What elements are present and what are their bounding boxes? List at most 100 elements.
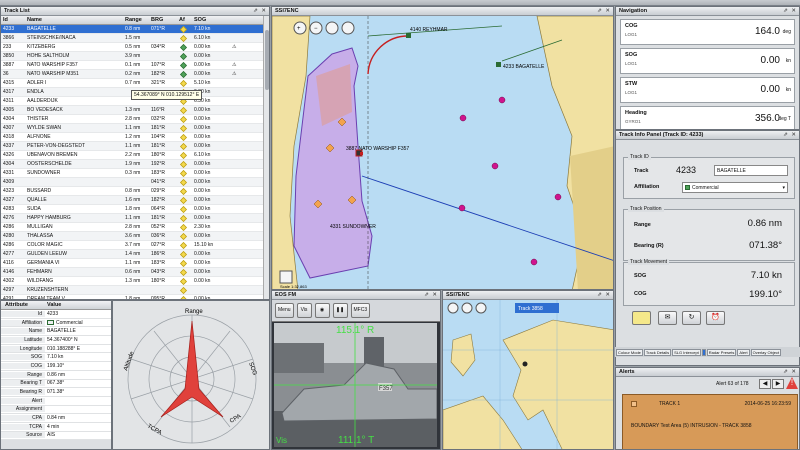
affiliation-symbol-icon — [180, 205, 187, 213]
track-sog: 0.00 kn — [194, 215, 211, 221]
track-range: 1.8 nm — [125, 206, 141, 212]
pan-icon[interactable] — [475, 302, 487, 314]
function-tab[interactable]: SLG Intercept — [672, 348, 701, 356]
track-row[interactable]: 4309 041°R 0.00 kn — [1, 178, 269, 187]
track-row[interactable]: 4318 ALFNONE 1.2 nm 104°R 0.00 kn — [1, 133, 269, 142]
col-range[interactable]: Range — [123, 17, 149, 23]
track-row[interactable]: 233 KITZEBERG 0.5 nm 034°R 0.00 kn ⚠ — [1, 43, 269, 52]
overview-map[interactable]: Track 3858 — [443, 300, 614, 450]
chart-map[interactable]: 4140 REYHMAR 4233 BAGATELLE 3887 NATO WA… — [272, 16, 614, 290]
panel-controls-icon[interactable]: ⇗ ✕ — [597, 291, 613, 299]
track-name-field[interactable]: BAGATELLE — [714, 165, 788, 176]
alerts-panel: Alerts ⇗ ✕ Alert 63 of 178 ◀ ▶ ! TRACK 1… — [615, 367, 800, 450]
affiliation-select[interactable]: Commercial ▾ — [682, 182, 788, 193]
track-row[interactable]: 4315 ADLER I 0.7 nm 321°R 5.10 kn — [1, 79, 269, 88]
alerts-title-bar: Alerts ⇗ ✕ — [616, 368, 799, 377]
track-row[interactable]: 4283 SUDA 1.8 nm 064°R 0.00 kn — [1, 205, 269, 214]
panel-controls-icon[interactable]: ⇗ ✕ — [253, 7, 269, 15]
reyhmar-icon[interactable] — [406, 33, 411, 38]
track-row[interactable]: 4304 OOSTERSCHELDE 1.9 nm 192°R 0.00 kn — [1, 160, 269, 169]
highlight-button[interactable] — [632, 311, 651, 325]
panel-controls-icon[interactable]: ⇗ ✕ — [597, 7, 613, 15]
eos-menu-button[interactable]: Menu — [275, 303, 294, 318]
col-name[interactable]: Name — [25, 17, 123, 23]
track-row[interactable]: 3850 HOHE SALTHOLM 3.9 nm 0.00 kn — [1, 52, 269, 61]
coordinate-tooltip: 54.367089° N 010.129512° E — [131, 90, 203, 100]
track-name: THISTER — [27, 116, 49, 122]
col-id[interactable]: Id — [1, 17, 25, 23]
track-row[interactable]: 4307 WYLDE SWAN 1.1 nm 181°R 0.00 kn — [1, 124, 269, 133]
track-row[interactable]: 4302 WILDFANG 1.3 nm 180°R 0.00 kn — [1, 277, 269, 286]
track-row[interactable]: 4305 BO VEDESACK 1.3 nm 116°R 0.00 kn — [1, 106, 269, 115]
track-row[interactable]: 4277 GULDEN LEEUW 1.4 nm 186°R 0.00 kn — [1, 250, 269, 259]
bagatelle-icon[interactable] — [496, 62, 501, 67]
track-bearing: 321°R — [151, 80, 165, 86]
track-row[interactable]: 3866 STEINSCHKE/INACA 1.5 nm 6.10 kn — [1, 34, 269, 43]
panel-controls-icon[interactable]: ⇗ ✕ — [783, 368, 799, 376]
eos-video-feed[interactable]: F357 115.1° R 111.1° T Vis — [274, 323, 437, 447]
center-icon[interactable] — [341, 21, 355, 35]
function-tab[interactable]: Overlay Object — [750, 348, 782, 356]
camera-icon[interactable]: ◉ — [314, 303, 330, 318]
track-row[interactable]: 4116 GERMANIA VI 1.1 nm 183°R 0.00 kn — [1, 259, 269, 268]
track-row[interactable]: 4331 SUNDOWNER 0.3 nm 183°R 0.00 kn — [1, 169, 269, 178]
track-bearing: 107°R — [151, 62, 165, 68]
col-brg[interactable]: BRG — [149, 17, 177, 23]
eos-mfc-button[interactable]: MFC3 — [350, 303, 371, 318]
track-row[interactable]: 4280 THALASSA 3.6 nm 036°R 0.00 kn — [1, 232, 269, 241]
track-position-icon[interactable] — [522, 361, 528, 367]
track-id: 4337 — [3, 143, 15, 149]
pan-icon[interactable] — [325, 21, 339, 35]
track-row[interactable]: 4297 KRUZENSHTERN — [1, 286, 269, 295]
buoy-marker[interactable] — [498, 96, 506, 104]
track-row[interactable]: 4286 MULLIGAN 2.8 nm 052°R 2.30 kn — [1, 223, 269, 232]
function-tab[interactable]: Radar Presets — [706, 348, 737, 356]
track-row[interactable]: 4233 BAGATELLE 0.8 nm 071°R 7.10 kn — [1, 25, 269, 34]
track-row[interactable]: 4337 PETER-VON-DEGSTEDT 1.1 nm 181°R 0.00 kn — [1, 142, 269, 151]
alert-checkbox[interactable] — [631, 401, 637, 407]
track-row[interactable]: 4276 HAPPY HAMBURG 1.1 nm 181°R 0.00 kn — [1, 214, 269, 223]
function-tab[interactable] — [701, 348, 706, 356]
track-row[interactable]: 4286 COLOR MAGIC 3.7 nm 027°R 15.10 kn — [1, 241, 269, 250]
track-row[interactable]: 4146 FEHMARN 0.6 nm 043°R 0.00 kn — [1, 268, 269, 277]
track-bearing: 181°R — [151, 215, 165, 221]
panel-controls-icon[interactable]: ⇗ ✕ — [783, 131, 799, 139]
refresh-icon[interactable]: ↻ — [682, 311, 701, 325]
alert-card[interactable]: TRACK 1 2014-06-25 16:23:59 BOUNDARY Tes… — [622, 394, 798, 449]
zoom-in-icon[interactable] — [447, 302, 459, 314]
track-row[interactable]: 36 NATO WARSHIP M351 0.2 nm 182°R 0.00 kn ⚠ — [1, 70, 269, 79]
previous-alert-icon[interactable]: ◀ — [759, 379, 771, 389]
zoom-out-icon[interactable] — [461, 302, 473, 314]
eos-vis-button[interactable]: Vis — [296, 303, 312, 318]
label-sundowner: 4331 SUNDOWNER — [330, 224, 376, 230]
panel-controls-icon[interactable]: ⇗ ✕ — [783, 7, 799, 15]
col-affiliation[interactable]: Af — [177, 17, 192, 23]
function-tab[interactable]: Colour Mode — [616, 348, 643, 356]
panel-controls-icon[interactable]: ⇗ ✕ — [424, 291, 440, 299]
ownship-center-icon — [360, 152, 363, 155]
buoy-marker[interactable] — [530, 258, 538, 266]
warning-icon[interactable]: ! — [786, 377, 798, 389]
affiliation-symbol-icon — [180, 124, 187, 132]
scroll-thumb[interactable] — [265, 30, 269, 90]
track-row[interactable]: 4323 BUSSARD 0.8 nm 029°R 0.00 kn — [1, 187, 269, 196]
buoy-marker[interactable] — [491, 162, 499, 170]
alarm-icon[interactable]: ⏰ — [706, 311, 725, 325]
buoy-marker[interactable] — [554, 193, 562, 201]
function-tab[interactable]: Alert — [737, 348, 750, 356]
track-row[interactable]: 4304 THISTER 2.8 nm 032°R 0.00 kn — [1, 115, 269, 124]
buoy-marker[interactable] — [458, 204, 466, 212]
buoy-marker[interactable] — [459, 114, 467, 122]
measure-tool-icon[interactable] — [279, 270, 293, 284]
mail-icon[interactable]: ✉ — [658, 311, 677, 325]
col-sog[interactable]: SOG — [192, 17, 230, 23]
track-row[interactable]: 4326 UBENAVON BREMEN 2.2 nm 180°R 6.10 kn — [1, 151, 269, 160]
track-row[interactable]: 3887 NATO WARSHIP F357 0.1 nm 107°R 0.00 kn ⚠ — [1, 61, 269, 70]
track-row[interactable]: 4327 QUALLE 1.6 nm 182°R 0.00 kn — [1, 196, 269, 205]
next-alert-icon[interactable]: ▶ — [772, 379, 784, 389]
track-list-scrollbar[interactable] — [263, 16, 269, 299]
track-sog: 0.00 kn — [194, 260, 211, 266]
function-tab[interactable]: Track Details — [643, 348, 672, 356]
attribute-row: Bearing R 071.38° — [1, 388, 111, 397]
pause-icon[interactable]: ❚❚ — [332, 303, 348, 318]
